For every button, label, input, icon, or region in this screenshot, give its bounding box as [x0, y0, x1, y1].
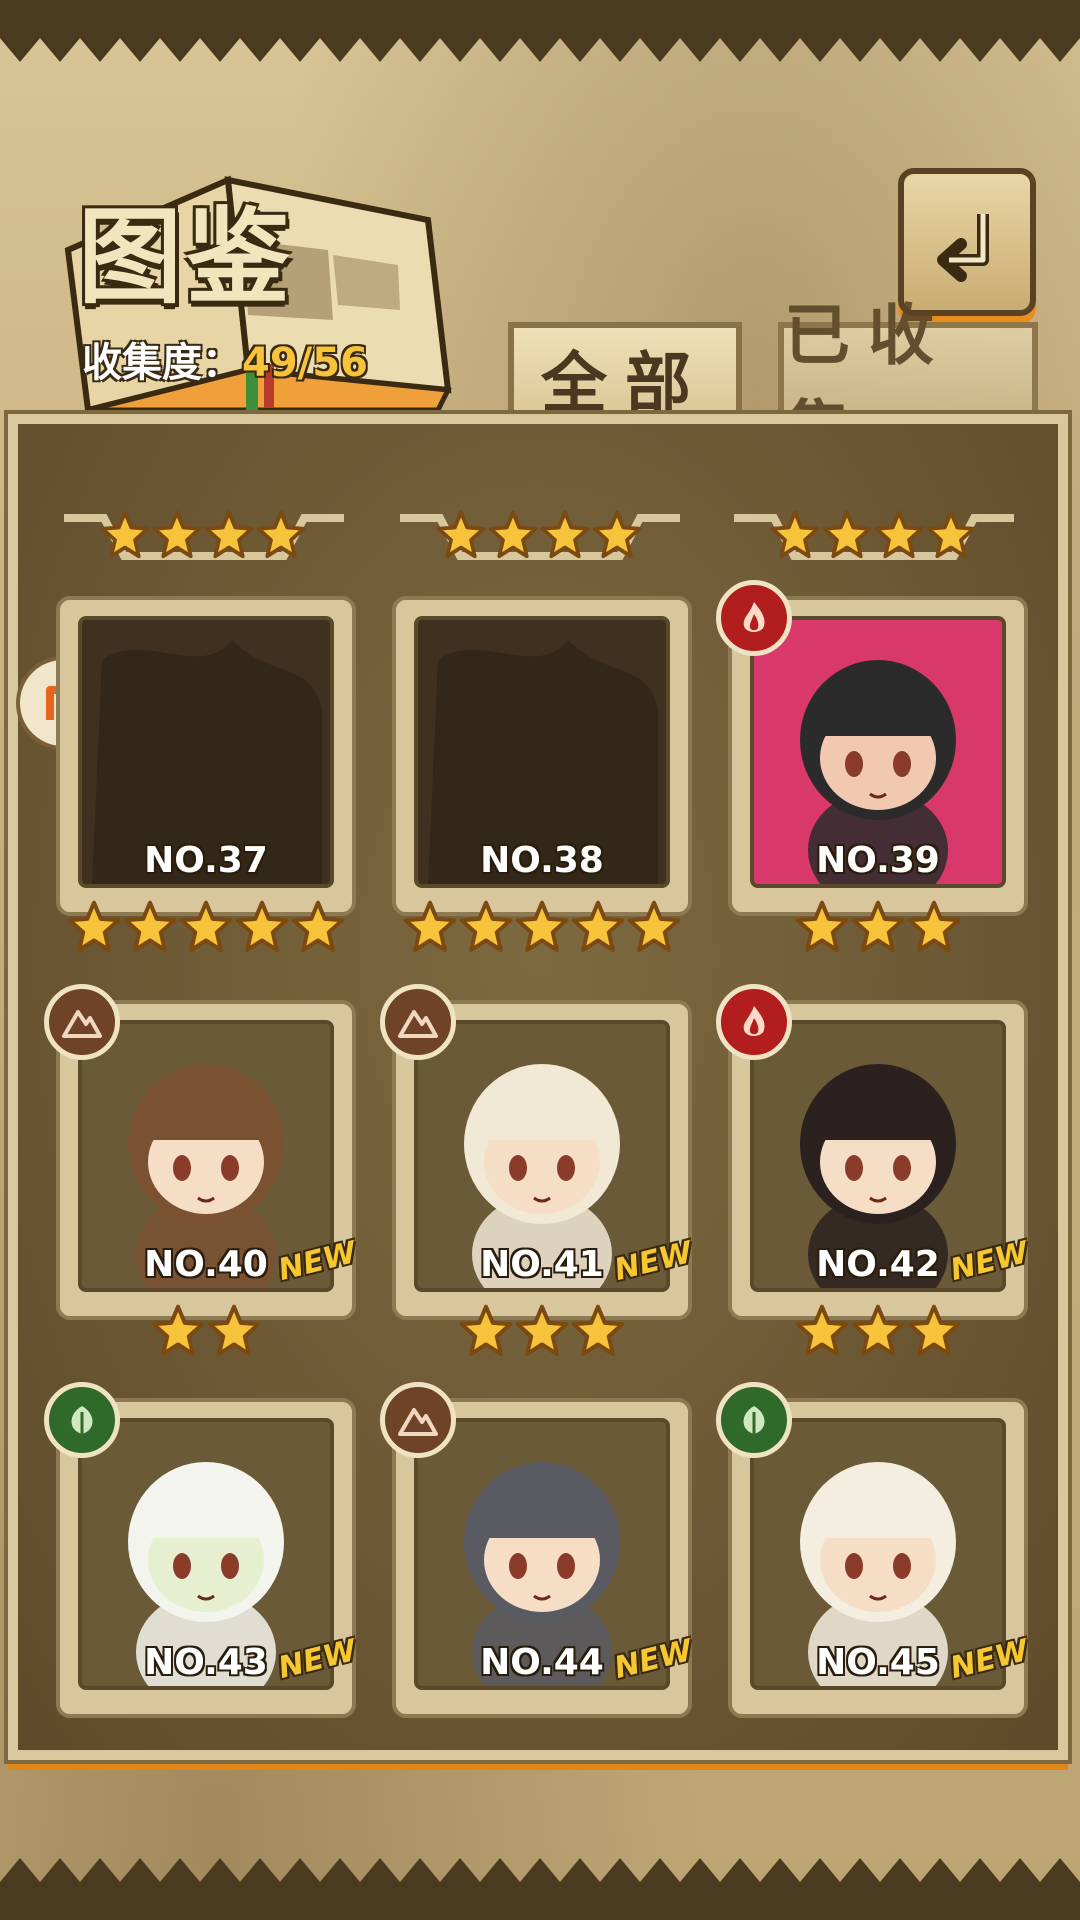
star-icon — [795, 1304, 849, 1362]
tab-all[interactable]: 全部 — [508, 322, 742, 428]
rarity-stars — [728, 1304, 1028, 1362]
character-card[interactable]: NO.38 — [392, 596, 692, 966]
rarity-stars — [392, 1304, 692, 1362]
character-card[interactable]: NO.42 NEW — [716, 984, 1032, 1370]
top-row-star-frame — [64, 510, 344, 568]
fire-element-icon — [716, 580, 792, 656]
star-icon — [100, 510, 150, 564]
star-icon — [851, 900, 905, 958]
star-icon — [256, 510, 306, 564]
character-card[interactable]: NO.45 NEW — [716, 1382, 1032, 1768]
character-card[interactable]: NO.43 NEW — [44, 1382, 360, 1768]
zigzag-border-top — [0, 0, 1080, 62]
zigzag-border-bottom — [0, 1858, 1080, 1920]
star-icon — [571, 1304, 625, 1362]
star-icon — [851, 1304, 905, 1362]
rarity-stars — [728, 900, 1028, 958]
rarity-stars — [56, 1304, 356, 1362]
star-icon — [207, 1304, 261, 1362]
card-number: NO.38 — [480, 840, 604, 881]
star-icon — [627, 900, 681, 958]
rarity-stars — [56, 900, 356, 958]
star-icon — [488, 510, 538, 564]
earth-element-icon — [380, 984, 456, 1060]
rarity-stars — [392, 900, 692, 958]
grass-element-icon — [44, 1382, 120, 1458]
star-icon — [204, 510, 254, 564]
star-icon — [540, 510, 590, 564]
star-icon — [795, 900, 849, 958]
star-icon — [515, 900, 569, 958]
star-icon — [926, 510, 976, 564]
star-icon — [235, 900, 289, 958]
earth-element-icon — [380, 1382, 456, 1458]
star-icon — [291, 900, 345, 958]
collection-value: 49/56 — [242, 340, 368, 386]
star-icon — [874, 510, 924, 564]
star-icon — [151, 1304, 205, 1362]
star-icon — [907, 1304, 961, 1362]
star-icon — [459, 900, 513, 958]
star-icon — [436, 510, 486, 564]
character-card[interactable]: NO.44 NEW — [380, 1382, 696, 1768]
character-card[interactable]: NO.41 NEW — [380, 984, 696, 1370]
star-icon — [770, 510, 820, 564]
tab-collected[interactable]: 已收集 — [778, 297, 1038, 470]
character-card[interactable]: NO.37 — [56, 596, 356, 966]
character-card[interactable]: NO.39 — [716, 580, 1028, 966]
character-card[interactable]: NO.40 NEW — [44, 984, 360, 1370]
collection-progress: 收集度：49/56 — [82, 330, 368, 388]
collection-label: 收集度： — [82, 340, 242, 386]
star-icon — [403, 900, 457, 958]
return-arrow-icon — [937, 214, 989, 282]
star-icon — [179, 900, 233, 958]
page-title: 图鉴 — [78, 196, 295, 318]
card-number: NO.39 — [816, 840, 940, 881]
fire-element-icon — [716, 984, 792, 1060]
star-icon — [152, 510, 202, 564]
star-icon — [459, 1304, 513, 1362]
star-icon — [822, 510, 872, 564]
top-row-star-frame — [734, 510, 1014, 568]
grass-element-icon — [716, 1382, 792, 1458]
earth-element-icon — [44, 984, 120, 1060]
star-icon — [907, 900, 961, 958]
star-icon — [67, 900, 121, 958]
star-icon — [592, 510, 642, 564]
star-icon — [515, 1304, 569, 1362]
star-icon — [571, 900, 625, 958]
top-row-star-frame — [400, 510, 680, 568]
star-icon — [123, 900, 177, 958]
card-number: NO.37 — [144, 840, 268, 881]
